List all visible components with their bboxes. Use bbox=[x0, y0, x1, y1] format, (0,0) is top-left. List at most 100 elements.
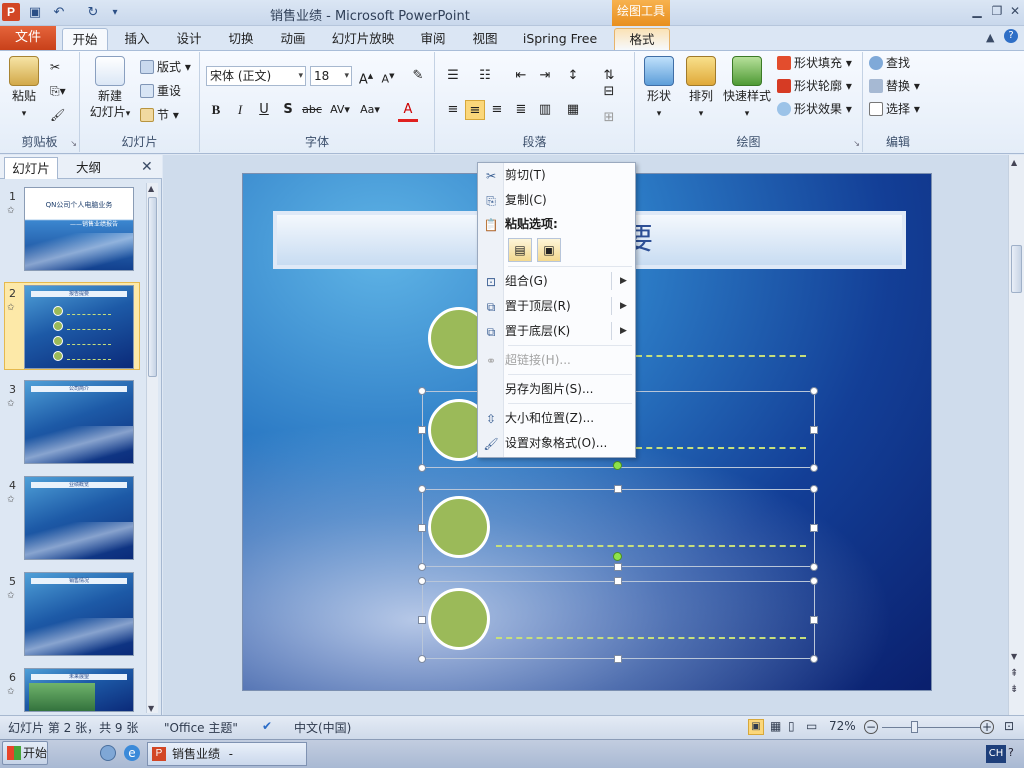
spell-check-icon[interactable]: ✔ bbox=[262, 719, 272, 733]
increase-indent-icon[interactable]: ⇥ bbox=[535, 66, 555, 86]
paste-keep-source-icon[interactable]: ▤ bbox=[508, 238, 532, 262]
restore-icon[interactable]: ❐ bbox=[988, 3, 1006, 19]
quicklaunch-icon[interactable] bbox=[100, 745, 116, 761]
underline-icon[interactable]: U bbox=[254, 100, 274, 120]
resize-handle[interactable] bbox=[614, 563, 622, 571]
menu-item-save-as-picture[interactable]: 另存为图片(S)... bbox=[505, 378, 630, 400]
shape-fill-button[interactable]: 形状填充 ▾ bbox=[777, 54, 852, 72]
align-text-icon[interactable]: ⊟ bbox=[599, 82, 619, 102]
scroll-up-icon[interactable]: ▲ bbox=[1011, 158, 1017, 167]
resize-handle[interactable] bbox=[810, 426, 818, 434]
slide-scrollbar[interactable] bbox=[1008, 155, 1024, 715]
rotate-handle[interactable] bbox=[613, 461, 622, 470]
rotate-handle[interactable] bbox=[613, 552, 622, 561]
align-left-icon[interactable]: ≡ bbox=[443, 100, 463, 120]
distributed-icon[interactable]: ▥ bbox=[535, 100, 555, 120]
line-spacing-icon[interactable]: ↕ bbox=[563, 66, 583, 86]
ime-indicator[interactable]: CH bbox=[986, 745, 1006, 763]
paste-picture-icon[interactable]: ▣ bbox=[537, 238, 561, 262]
resize-handle[interactable] bbox=[418, 563, 426, 571]
paste-button[interactable]: 粘贴 ▾ bbox=[4, 56, 44, 122]
language-status[interactable]: 中文(中国) bbox=[294, 719, 351, 736]
resize-handle[interactable] bbox=[810, 387, 818, 395]
tab-ispring[interactable]: iSpring Free bbox=[520, 28, 600, 50]
drawing-launcher-icon[interactable]: ↘ bbox=[853, 139, 860, 148]
resize-handle[interactable] bbox=[418, 426, 426, 434]
decrease-indent-icon[interactable]: ⇤ bbox=[511, 66, 531, 86]
slideshow-view-icon[interactable]: ▭ bbox=[806, 719, 817, 733]
ime-help-icon[interactable]: ? bbox=[1008, 746, 1014, 759]
previous-slide-icon[interactable]: ⇞ bbox=[1010, 668, 1018, 679]
resize-handle[interactable] bbox=[418, 655, 426, 663]
resize-handle[interactable] bbox=[810, 563, 818, 571]
arrange-button[interactable]: 排列 ▾ bbox=[681, 56, 721, 122]
find-button[interactable]: 查找 bbox=[869, 54, 910, 72]
scrollbar-thumb[interactable] bbox=[1011, 245, 1022, 293]
slide-thumbnail-5[interactable]: 销售情况 bbox=[24, 572, 134, 656]
align-right-icon[interactable]: ≡ bbox=[487, 100, 507, 120]
menu-item-copy[interactable]: 复制(C) bbox=[505, 189, 630, 211]
customize-toolbar-icon[interactable]: ▾ bbox=[106, 4, 124, 22]
resize-handle[interactable] bbox=[614, 655, 622, 663]
start-button[interactable]: 开始 bbox=[2, 741, 48, 765]
replace-button[interactable]: 替换 ▾ bbox=[869, 77, 920, 95]
resize-handle[interactable] bbox=[418, 485, 426, 493]
slide-thumbnail-1[interactable]: QN公司个人电脑业务 ——销售业绩报告 bbox=[24, 187, 134, 271]
normal-view-icon[interactable]: ▣ bbox=[748, 719, 764, 735]
resize-handle[interactable] bbox=[614, 485, 622, 493]
resize-handle[interactable] bbox=[418, 464, 426, 472]
copy-icon[interactable]: ⎘▾ bbox=[50, 82, 66, 100]
theme-status[interactable]: "Office 主题" bbox=[164, 719, 238, 736]
clipboard-launcher-icon[interactable]: ↘ bbox=[70, 139, 77, 148]
grow-font-icon[interactable]: A▲ bbox=[356, 66, 376, 87]
layout-button[interactable]: 版式 ▾ bbox=[140, 58, 191, 76]
close-pane-icon[interactable]: ✕ bbox=[141, 159, 153, 175]
scrollbar-thumb[interactable] bbox=[148, 197, 157, 377]
resize-handle[interactable] bbox=[810, 485, 818, 493]
tab-slides-pane[interactable]: 幻灯片 bbox=[4, 157, 58, 179]
tab-review[interactable]: 审阅 bbox=[414, 28, 452, 50]
resize-handle[interactable] bbox=[418, 387, 426, 395]
format-painter-icon[interactable]: 🖌 bbox=[50, 106, 65, 124]
quick-styles-button[interactable]: 快速样式 ▾ bbox=[721, 56, 773, 122]
minimize-ribbon-icon[interactable]: ▲ bbox=[986, 31, 994, 44]
powerpoint-logo-icon[interactable]: P bbox=[2, 3, 20, 21]
redo-icon[interactable]: ↻ bbox=[84, 4, 102, 22]
scroll-down-icon[interactable]: ▼ bbox=[1011, 652, 1017, 661]
bold-icon[interactable]: B bbox=[206, 100, 226, 120]
numbering-icon[interactable]: ☷ bbox=[475, 66, 495, 86]
resize-handle[interactable] bbox=[810, 464, 818, 472]
font-size-combo[interactable]: 18 ▾ bbox=[310, 66, 352, 86]
help-icon[interactable]: ? bbox=[1004, 29, 1018, 43]
slide-thumbnail-6[interactable]: 未来展望 bbox=[24, 668, 134, 712]
select-button[interactable]: 选择 ▾ bbox=[869, 100, 920, 118]
tab-file[interactable]: 文件 bbox=[0, 26, 56, 50]
align-center-icon[interactable]: ≡ bbox=[465, 100, 485, 120]
slide-thumbnail-4[interactable]: 业绩概览 bbox=[24, 476, 134, 560]
undo-icon[interactable]: ↶ bbox=[50, 4, 68, 22]
resize-handle[interactable] bbox=[810, 655, 818, 663]
zoom-slider-track[interactable] bbox=[882, 727, 980, 728]
section-button[interactable]: 节 ▾ bbox=[140, 106, 179, 124]
taskbar-powerpoint-button[interactable]: P 销售业绩 - Microsof... bbox=[147, 742, 307, 766]
resize-handle[interactable] bbox=[810, 577, 818, 585]
tab-format[interactable]: 格式 bbox=[614, 28, 670, 50]
zoom-in-icon[interactable]: + bbox=[980, 720, 994, 734]
resize-handle[interactable] bbox=[614, 577, 622, 585]
resize-handle[interactable] bbox=[810, 616, 818, 624]
scroll-up-icon[interactable]: ▲ bbox=[148, 184, 154, 193]
reset-button[interactable]: 重设 bbox=[140, 82, 181, 100]
clear-format-icon[interactable]: ✎ bbox=[408, 66, 428, 86]
shapes-button[interactable]: 形状 ▾ bbox=[639, 56, 679, 122]
thumbnail-scrollbar[interactable] bbox=[146, 183, 158, 713]
new-slide-button[interactable]: 新建 幻灯片▾ bbox=[84, 56, 136, 122]
shape-outline-button[interactable]: 形状轮廓 ▾ bbox=[777, 77, 852, 95]
menu-item-format-object[interactable]: 设置对象格式(O)... bbox=[505, 432, 630, 454]
slide-thumbnail-2[interactable]: 报告提要 bbox=[24, 285, 134, 369]
italic-icon[interactable]: I bbox=[230, 100, 250, 120]
tab-design[interactable]: 设计 bbox=[170, 28, 208, 50]
tab-animations[interactable]: 动画 bbox=[274, 28, 312, 50]
shape-effects-button[interactable]: 形状效果 ▾ bbox=[777, 100, 852, 118]
change-case-icon[interactable]: Aa▾ bbox=[360, 100, 380, 120]
resize-handle[interactable] bbox=[418, 524, 426, 532]
